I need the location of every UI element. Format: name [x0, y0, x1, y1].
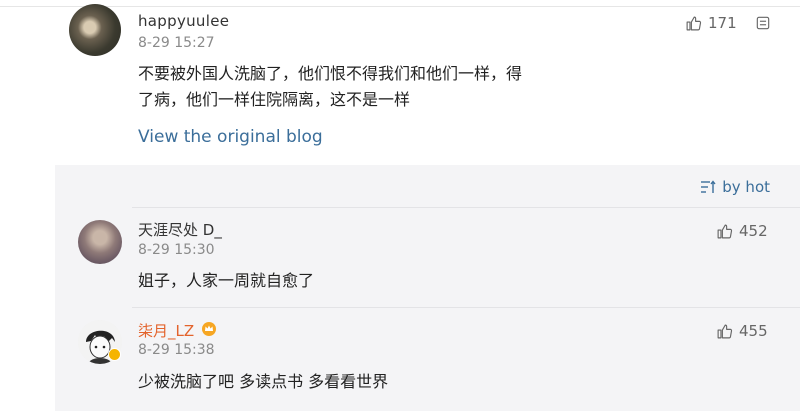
thumbs-up-icon	[686, 16, 702, 30]
verified-badge-icon	[108, 348, 121, 361]
thumbs-up-icon	[717, 224, 733, 238]
divider	[132, 307, 800, 308]
reply-text: 少被洗脑了吧 多读点书 多看看世界	[138, 372, 389, 391]
divider	[132, 207, 800, 208]
reply-like-button[interactable]: 455	[716, 322, 768, 340]
vip-crown-icon	[202, 322, 216, 336]
comment-username[interactable]: happyuulee	[138, 12, 229, 30]
reply-username[interactable]: 天涯尽处 D_	[138, 219, 222, 240]
reply-time: 8-29 15:30	[138, 242, 215, 258]
thumbs-up-icon	[717, 324, 733, 338]
reply-like-button[interactable]: 452	[716, 222, 768, 240]
avatar[interactable]	[69, 4, 121, 56]
comment-text-line-2: 了病，他们一样住院隔离，这不是一样	[138, 90, 411, 109]
like-button[interactable]: 171	[685, 14, 737, 32]
reply-time: 8-29 15:38	[138, 342, 215, 358]
main-comment: happyuulee 8-29 15:27 171 不要被外国人洗脑了，他们恨不…	[0, 0, 800, 165]
sort-label: by hot	[722, 178, 770, 196]
comment-menu-icon[interactable]	[756, 16, 770, 30]
reply-like-count: 455	[739, 322, 768, 340]
comment-text-line-1: 不要被外国人洗脑了，他们恨不得我们和他们一样，得	[138, 64, 523, 83]
view-original-blog-link[interactable]: View the original blog	[138, 127, 323, 147]
reply-text: 姐子，人家一周就自愈了	[138, 271, 315, 290]
reply-username[interactable]: 柒月_LZ	[138, 320, 194, 341]
like-count: 171	[708, 14, 737, 32]
sort-icon	[701, 180, 716, 193]
comment-time: 8-29 15:27	[138, 35, 215, 51]
sort-by-hot-button[interactable]: by hot	[700, 178, 770, 196]
reply-like-count: 452	[739, 222, 768, 240]
reply-avatar[interactable]	[78, 220, 122, 264]
